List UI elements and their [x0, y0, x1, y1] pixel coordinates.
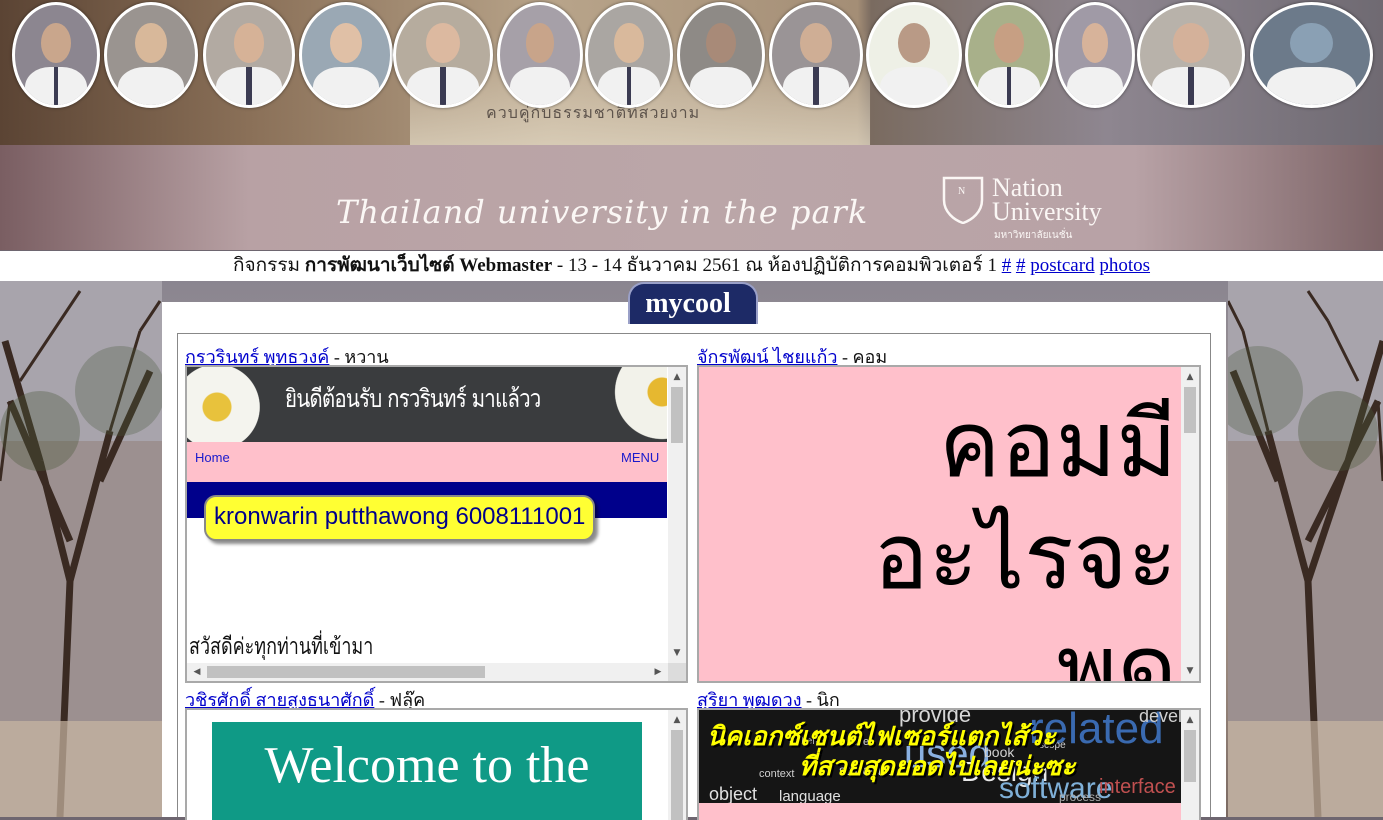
scroll-left-arrow-icon[interactable]: ◀ — [189, 663, 205, 681]
scroll-up-arrow-icon[interactable]: ▲ — [1181, 369, 1199, 385]
frame2-line-3: พูด — [1056, 615, 1177, 683]
frame1-hscroll-thumb[interactable] — [207, 666, 485, 678]
frame1-welcome-text: ยินดีต้อนรับ กรวรินทร์ มาแล้วว — [285, 384, 541, 413]
scroll-down-arrow-icon[interactable]: ▼ — [1181, 663, 1199, 679]
header-link-hash-2[interactable]: # — [1016, 255, 1026, 276]
frame1-vertical-scrollbar[interactable]: ▲ ▼ — [668, 367, 686, 663]
word-cloud-term: interface — [1099, 776, 1176, 798]
member-frame-3[interactable]: Welcome to the ▲ — [185, 708, 688, 820]
frame1-horizontal-scrollbar[interactable]: ◀ ▶ — [187, 663, 668, 681]
member-avatar — [203, 2, 295, 108]
member-avatar — [299, 2, 393, 108]
frame2-vscroll-thumb[interactable] — [1184, 387, 1196, 433]
frame1-greeting: สวัสดีค่ะทุกท่านที่เข้ามา — [189, 634, 374, 660]
site-banner: ควบคู่กับธรรมชาติที่สวยงาม Thailand univ… — [0, 0, 1383, 250]
member-avatar — [1055, 2, 1135, 108]
member-frame-4[interactable]: related provide used Design software object bo… — [697, 708, 1201, 820]
member-avatar — [12, 2, 100, 108]
panel-title: mycool — [645, 288, 731, 319]
member-nickname-1: - หวาน — [329, 347, 389, 367]
frame3-welcome-text: Welcome to the — [264, 737, 590, 794]
member-nickname-4: - นิก — [801, 690, 840, 710]
frame3-vscroll-thumb[interactable] — [671, 730, 683, 820]
frame1-student-badge: kronwarin putthawong 6008111001 — [204, 495, 596, 541]
scroll-corner — [668, 663, 686, 681]
member-frame-1[interactable]: ยินดีต้อนรับ กรวรินทร์ มาแล้วว Home MENU… — [185, 365, 688, 683]
scroll-up-arrow-icon[interactable]: ▲ — [668, 369, 686, 385]
scroll-down-arrow-icon[interactable]: ▼ — [668, 645, 686, 661]
member-avatar — [585, 2, 673, 108]
svg-text:N: N — [958, 186, 965, 197]
member-link-3[interactable]: วชิรศักดิ์ สายสูงธนาศักดิ์ — [185, 690, 374, 710]
frame1-vscroll-thumb[interactable] — [671, 387, 683, 443]
daisy-right-icon — [607, 367, 667, 442]
frame4-title-line-2: ที่สวยสุดยอดไปเลยน่ะซะ — [799, 752, 1076, 782]
frame1-home-link[interactable]: Home — [195, 450, 230, 465]
member-link-4[interactable]: สุริยา พุฒดวง — [697, 690, 802, 710]
word-cloud-term: develop — [1139, 710, 1181, 726]
member-link-2[interactable]: จักรพัฒน์ ไชยแก้ว — [697, 347, 837, 367]
member-link-1[interactable]: กรวรินทร์ พุทธวงค์ — [185, 347, 329, 367]
frame1-nav-bar — [187, 442, 667, 482]
word-cloud-term: language — [779, 788, 841, 803]
header-link-photos[interactable]: photos — [1099, 255, 1150, 276]
member-avatar — [677, 2, 765, 108]
activity-title: การพัฒนาเว็บไซต์ Webmaster — [304, 255, 553, 276]
frame3-vertical-scrollbar[interactable]: ▲ — [668, 710, 686, 820]
word-cloud-term: process — [1059, 790, 1102, 803]
activity-details: - 13 - 14 ธันวาคม 2561 ณ ห้องปฏิบัติการค… — [552, 255, 1002, 276]
member-nickname-3: - ฟลุ๊ค — [374, 690, 426, 710]
member-avatar — [393, 2, 493, 108]
member-avatar — [769, 2, 863, 108]
frame4-nav-bar — [699, 803, 1181, 820]
university-shield-icon: N — [942, 176, 984, 224]
header-link-hash-1[interactable]: # — [1002, 255, 1012, 276]
scroll-up-arrow-icon[interactable]: ▲ — [1181, 712, 1199, 728]
tree-left-decoration — [0, 281, 162, 817]
banner-tagline: Thailand university in the park — [336, 193, 869, 231]
logo-line-university: University — [992, 197, 1102, 226]
member-frame-2[interactable]: คอมมี อะไรจะ พูด ▲ ▼ — [697, 365, 1201, 683]
frame1-menu-link[interactable]: MENU — [621, 450, 659, 465]
member-avatar — [1137, 2, 1245, 108]
university-logo-thai: มหาวิทยาลัยเนชั่น — [994, 230, 1073, 241]
frame2-big-text: คอมมี อะไรจะ พูด — [873, 389, 1177, 683]
activity-prefix: กิจกรรม — [232, 255, 305, 276]
frame2-vertical-scrollbar[interactable]: ▲ ▼ — [1181, 367, 1199, 681]
frame1-hero: ยินดีต้อนรับ กรวรินทร์ มาแล้วว — [187, 367, 667, 442]
member-avatar — [1250, 2, 1373, 108]
university-logo-text: Nation University — [992, 175, 1102, 226]
member-nickname-2: - คอม — [837, 347, 888, 367]
scroll-right-arrow-icon[interactable]: ▶ — [650, 663, 666, 681]
activity-header: กิจกรรม การพัฒนาเว็บไซต์ Webmaster - 13 … — [0, 251, 1383, 281]
member-avatar — [104, 2, 198, 108]
frame2-line-2: อะไรจะ — [873, 503, 1177, 610]
member-avatar — [497, 2, 583, 108]
header-link-postcard[interactable]: postcard — [1030, 255, 1094, 276]
frame2-line-1: คอมมี — [938, 391, 1177, 498]
member-avatar — [866, 2, 962, 108]
scroll-up-arrow-icon[interactable]: ▲ — [668, 712, 686, 728]
daisy-left-icon — [187, 367, 267, 442]
tree-right-decoration — [1228, 281, 1383, 817]
word-cloud-term: object — [709, 784, 758, 803]
word-cloud-term: context — [759, 768, 795, 780]
member-avatar — [965, 2, 1053, 108]
frame4-vertical-scrollbar[interactable]: ▲ — [1181, 710, 1199, 820]
frame4-vscroll-thumb[interactable] — [1184, 730, 1196, 782]
